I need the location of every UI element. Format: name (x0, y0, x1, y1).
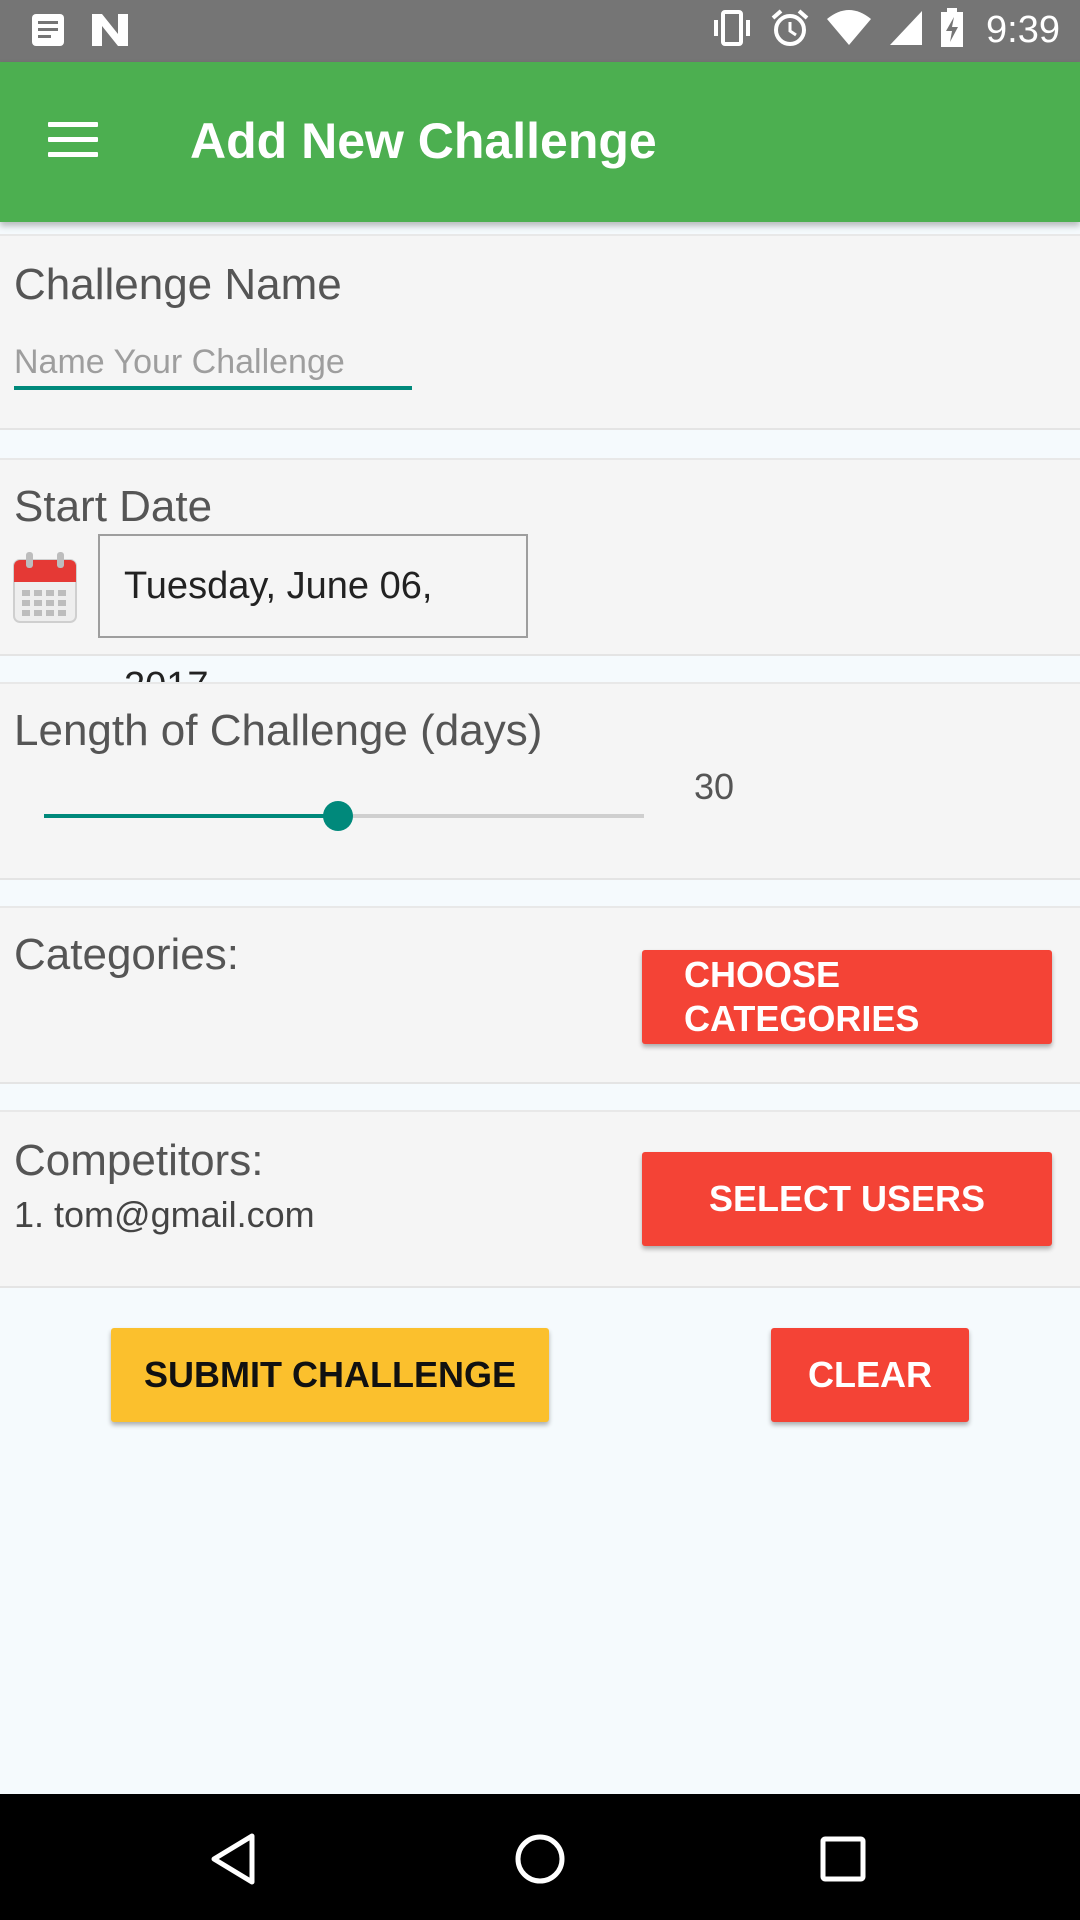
categories-label: Categories: (14, 930, 240, 979)
page-title: Add New Challenge (190, 113, 657, 169)
clear-button[interactable]: CLEAR (771, 1328, 969, 1422)
slider-thumb[interactable] (323, 801, 353, 831)
choose-categories-button[interactable]: CHOOSE CATEGORIES (642, 950, 1052, 1044)
status-time: 9:39 (986, 9, 1060, 51)
length-slider[interactable] (44, 796, 644, 836)
select-users-button[interactable]: SELECT USERS (642, 1152, 1052, 1246)
signal-icon (888, 9, 924, 52)
competitor-item: 1. tom@gmail.com (14, 1194, 315, 1235)
slider-fill (44, 814, 338, 818)
home-icon[interactable] (505, 1824, 575, 1894)
battery-charging-icon (940, 8, 964, 53)
status-bar: 9:39 (0, 0, 1080, 62)
app-bar: Add New Challenge (0, 62, 1080, 222)
n-logo-icon (90, 12, 130, 53)
length-card: Length of Challenge (days) 30 (0, 682, 1080, 880)
challenge-name-label: Challenge Name (14, 260, 342, 309)
vibrate-icon (710, 8, 754, 53)
navigation-bar (0, 1794, 1080, 1920)
start-date-field[interactable]: Tuesday, June 06, 2017 (98, 534, 528, 707)
submit-challenge-button[interactable]: SUBMIT CHALLENGE (111, 1328, 549, 1422)
competitors-label: Competitors: (14, 1136, 264, 1185)
hamburger-menu-icon[interactable] (48, 122, 98, 162)
wifi-icon (826, 9, 872, 52)
competitors-card: Competitors: 1. tom@gmail.com SELECT USE… (0, 1110, 1080, 1288)
start-date-label: Start Date (14, 482, 213, 531)
back-icon[interactable] (200, 1824, 270, 1894)
calendar-icon[interactable] (12, 550, 78, 624)
start-date-card: Start Date Tuesday, June 06, 2017 (0, 458, 1080, 707)
challenge-name-input[interactable] (14, 338, 412, 390)
alarm-icon (770, 8, 810, 53)
challenge-name-card: Challenge Name (0, 234, 1080, 430)
length-label: Length of Challenge (days) (14, 706, 543, 755)
notification-doc-icon (30, 12, 66, 53)
screen: 9:39 Add New Challenge Challenge Name St… (0, 0, 1080, 1920)
length-value: 30 (694, 766, 735, 807)
recents-icon[interactable] (808, 1824, 878, 1894)
categories-card: Categories: CHOOSE CATEGORIES (0, 906, 1080, 1084)
